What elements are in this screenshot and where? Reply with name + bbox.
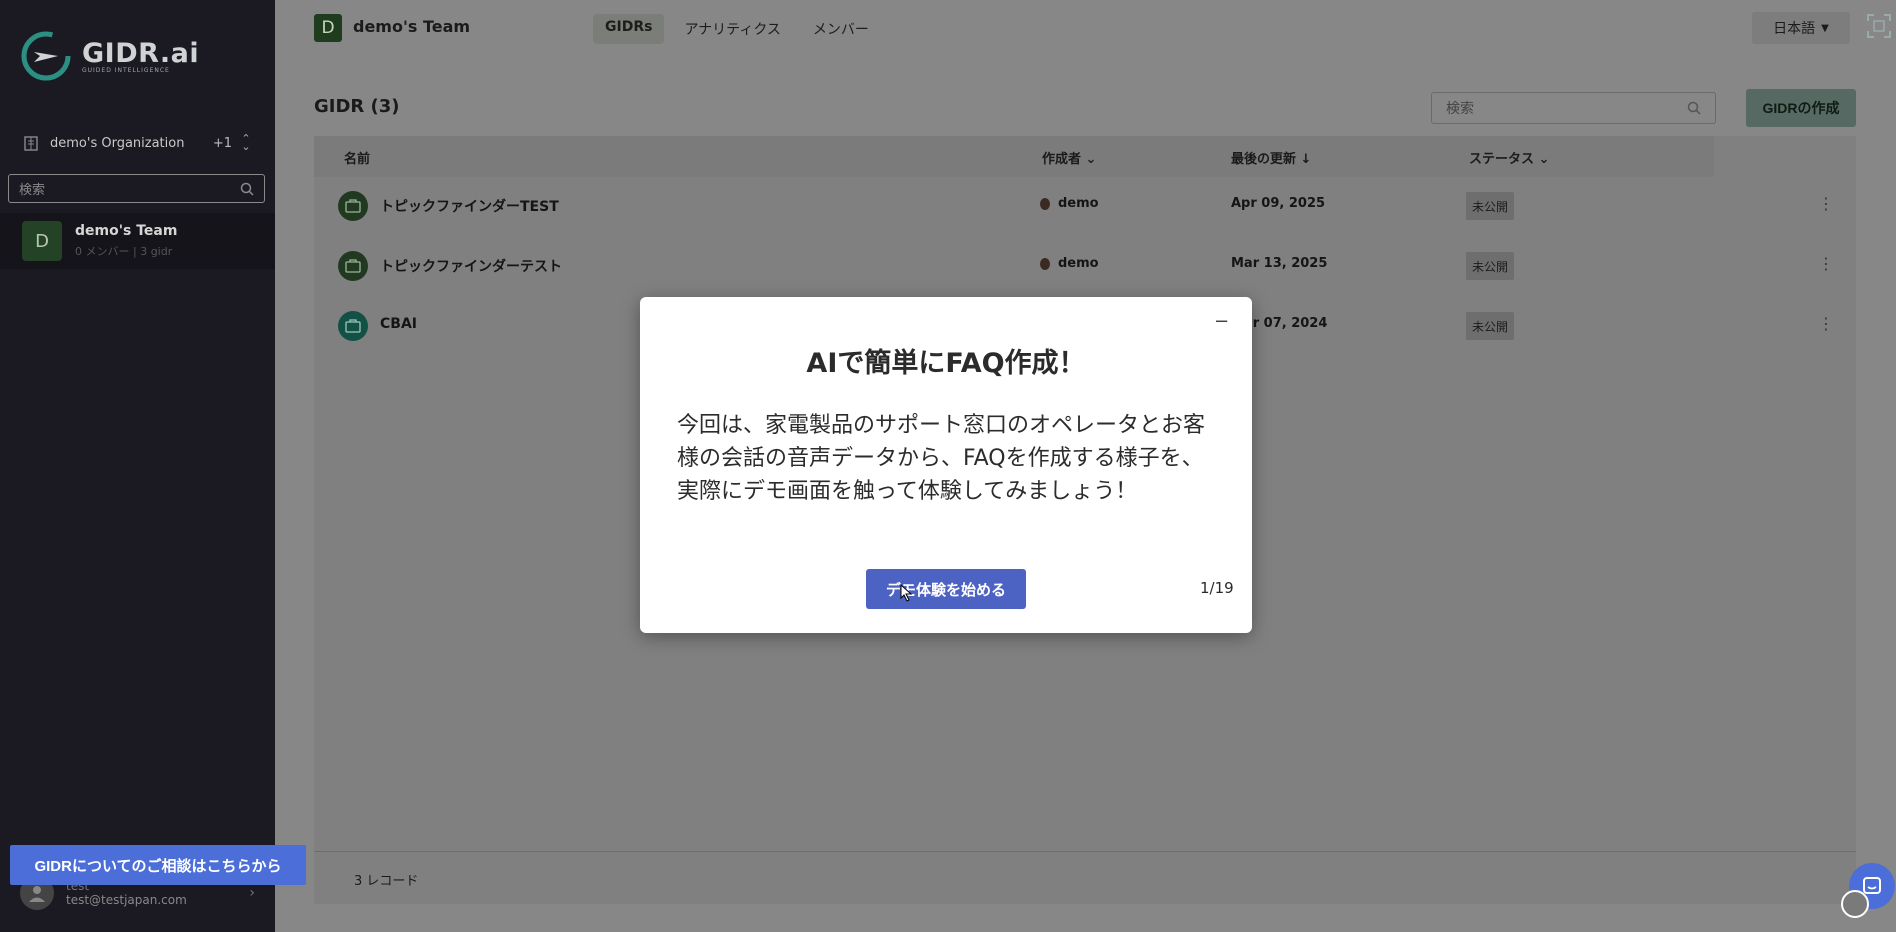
col-author[interactable]: 作成者 ⌄ (1042, 148, 1096, 167)
row-author-name: demo (1058, 196, 1099, 211)
chevron-updown-icon: ⌃ ⌄ (241, 132, 251, 153)
row-author: demo (1040, 256, 1099, 271)
dialog-title: AIで簡単にFAQ作成！ (806, 348, 1086, 379)
minimize-icon[interactable]: − (1214, 311, 1229, 332)
row-updated: Mar 13, 2025 (1231, 256, 1328, 271)
col-updated-label: 最後の更新 (1231, 152, 1297, 167)
record-count: 3 レコード (354, 874, 419, 889)
language-select[interactable]: 日本語 ▼ (1752, 12, 1850, 44)
briefcase-icon (338, 251, 368, 281)
team-name: demo's Team (75, 223, 178, 239)
col-name[interactable]: 名前 (344, 148, 370, 167)
gidr-search-placeholder: 検索 (1446, 101, 1474, 117)
more-vertical-icon[interactable]: ⋮ (1818, 314, 1834, 333)
workspace-name: demo's Team (353, 17, 471, 36)
briefcase-icon (338, 191, 368, 221)
person-icon (29, 886, 45, 902)
language-label: 日本語 (1773, 21, 1816, 37)
briefcase-icon (338, 311, 368, 341)
tab-members[interactable]: メンバー (801, 14, 881, 44)
gidr-search-input[interactable]: 検索 (1431, 92, 1716, 124)
tab-gidrs[interactable]: GIDRs (593, 14, 665, 44)
author-avatar (1040, 197, 1050, 210)
col-author-label: 作成者 (1042, 152, 1082, 167)
chevron-right-icon: › (249, 885, 255, 901)
chevron-down-icon: ⌄ (1085, 152, 1097, 167)
brand-tagline: GUIDED INTELLIGENCE (82, 67, 170, 74)
team-avatar: D (22, 221, 62, 261)
arrow-down-icon: ↓ (1300, 152, 1312, 167)
fullscreen-icon[interactable] (1865, 12, 1893, 40)
start-demo-button[interactable]: デモ体験を始める (866, 569, 1026, 609)
top-bar: D demo's Team GIDRs アナリティクス メンバー 日本語 ▼ (275, 0, 1896, 56)
row-updated: Apr 09, 2025 (1231, 196, 1326, 211)
col-status-label: ステータス (1469, 152, 1535, 167)
sidebar-item-team[interactable]: D demo's Team 0 メンバー | 3 gidr (0, 213, 275, 269)
col-updated[interactable]: 最後の更新 ↓ (1231, 148, 1311, 167)
secondary-chat-icon[interactable] (1841, 890, 1869, 918)
tab-analytics[interactable]: アナリティクス (672, 14, 792, 44)
caret-down-icon: ▼ (1821, 22, 1829, 34)
workspace-avatar: D (314, 14, 342, 42)
table-row[interactable]: トピックファインダーTEST demo Apr 09, 2025 未公開 ⋮ (314, 176, 1856, 236)
status-badge: 未公開 (1466, 312, 1515, 340)
sidebar: GIDR.ai GUIDED INTELLIGENCE demo's Organ… (0, 0, 275, 932)
chevron-down-icon: ⌄ (1538, 152, 1550, 167)
user-email: test@testjapan.com (66, 893, 187, 907)
table-header: 名前 作成者 ⌄ 最後の更新 ↓ ステータス ⌄ (314, 136, 1714, 177)
brand-logo[interactable]: GIDR.ai GUIDED INTELLIGENCE (20, 30, 199, 82)
mouse-cursor-icon (900, 584, 913, 602)
building-icon (24, 136, 38, 151)
consult-button[interactable]: GIDRについてのご相談はこちらから (10, 845, 306, 885)
col-status[interactable]: ステータス ⌄ (1469, 148, 1549, 167)
org-name: demo's Organization (50, 135, 185, 151)
create-gidr-button[interactable]: GIDRの作成 (1746, 89, 1856, 127)
row-author: demo (1040, 196, 1099, 211)
sidebar-search-placeholder: 検索 (19, 183, 46, 198)
org-extra-count: +1 (212, 135, 232, 151)
dialog-body: 今回は、家電製品のサポート窓口のオペレータとお客様の会話の音声データから、FAQ… (677, 413, 1206, 504)
row-name[interactable]: CBAI (380, 316, 417, 332)
page-title: GIDR (3) (314, 96, 400, 117)
onboarding-dialog: − AIで簡単にFAQ作成！ 今回は、家電製品のサポート窓口のオペレータとお客様… (640, 297, 1252, 633)
search-icon (240, 182, 254, 196)
status-badge: 未公開 (1466, 192, 1515, 220)
table-footer: 3 レコード (314, 851, 1856, 904)
gidr-logo-icon (21, 31, 71, 81)
team-meta: 0 メンバー | 3 gidr (75, 245, 173, 258)
row-author-name: demo (1058, 256, 1099, 271)
status-badge: 未公開 (1466, 252, 1515, 280)
step-counter: 1/19 (1200, 579, 1234, 597)
row-name[interactable]: トピックファインダーTEST (380, 196, 559, 216)
more-vertical-icon[interactable]: ⋮ (1818, 194, 1834, 213)
row-name[interactable]: トピックファインダーテスト (380, 256, 562, 276)
org-switcher[interactable]: demo's Organization +1 ⌃ ⌄ (22, 130, 252, 156)
more-vertical-icon[interactable]: ⋮ (1818, 254, 1834, 273)
main-nav: GIDRs アナリティクス メンバー (593, 14, 881, 44)
table-row[interactable]: トピックファインダーテスト demo Mar 13, 2025 未公開 ⋮ (314, 236, 1856, 296)
brand-name: GIDR.ai (82, 38, 200, 69)
search-icon (1687, 101, 1701, 115)
author-avatar (1040, 257, 1050, 270)
sidebar-search-input[interactable]: 検索 (8, 174, 265, 203)
